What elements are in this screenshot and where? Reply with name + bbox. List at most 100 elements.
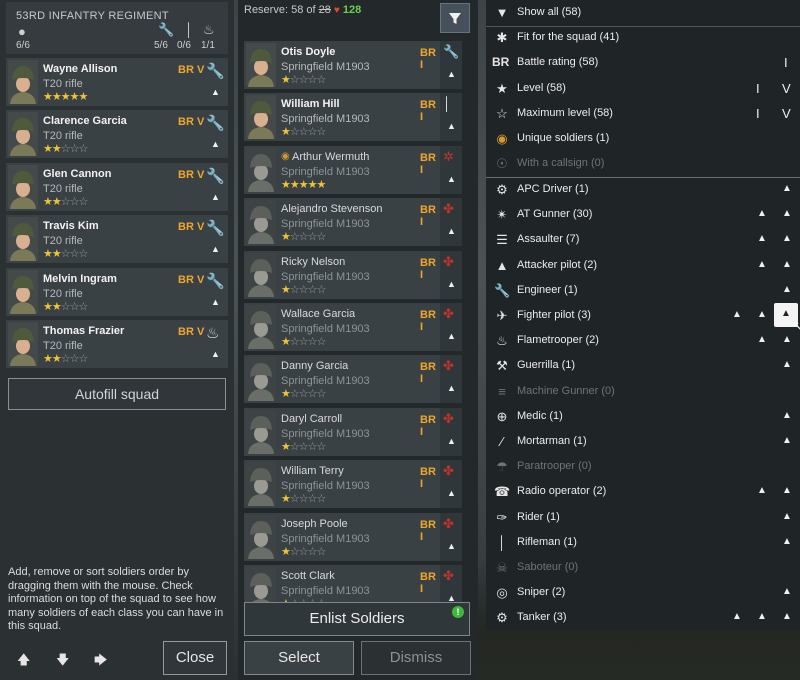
rank-chevron-icon[interactable]: ▲ xyxy=(782,536,792,547)
rank-chevron-icon[interactable]: ▲ xyxy=(782,359,792,370)
wrench-icon: 🔧 xyxy=(206,115,225,133)
roman-numeral[interactable]: V xyxy=(782,81,791,96)
class-filter-option[interactable]: ⊕ Medic (1) ▲ xyxy=(486,405,800,429)
squad-header: 53RD INFANTRY REGIMENT ● 6/6 🔧 5/6 │ 0/6… xyxy=(6,2,228,54)
reserve-soldier-card[interactable]: Alejandro Stevenson Springfield M1903 ★☆☆☆… xyxy=(244,198,440,247)
rank-chevron-icon[interactable]: ▲ xyxy=(757,611,767,622)
class-filter-option[interactable]: ☎ Radio operator (2) ▲ ▲ xyxy=(486,480,800,504)
rank-chevron-icon[interactable]: ▲ xyxy=(782,410,792,421)
class-filter-option[interactable]: ✴ AT Gunner (30) ▲ ▲ xyxy=(486,203,800,227)
rank-chevron-icon[interactable]: ▲ xyxy=(782,208,792,219)
medic-icon: ⊕ xyxy=(496,408,508,424)
rank-chevron-icon[interactable]: ▲ xyxy=(757,485,767,496)
reserve-soldier-card[interactable]: Wallace Garcia Springfield M1903 ★☆☆☆☆ BR I xyxy=(244,303,440,351)
rank-chevron-icon[interactable]: ▲ xyxy=(732,611,742,622)
reserve-soldier-card[interactable]: Daryl Carroll Springfield M1903 ★☆☆☆☆ BR I xyxy=(244,407,440,456)
squad-soldier-card[interactable]: Travis Kim T20 rifle ★★☆☆☆ BR V 🔧 ▲ xyxy=(6,215,228,264)
class-filter-option[interactable]: ✑ Rider (1) ▲ xyxy=(486,506,800,530)
level-stars: ★☆☆☆☆ xyxy=(281,440,326,453)
soldier-name: Scott Clark xyxy=(281,570,335,582)
filter-option[interactable]: ◉ Unique soldiers (1) xyxy=(486,127,800,151)
rank-chevron-icon[interactable]: ▲ xyxy=(782,233,792,244)
enlist-soldiers-button[interactable]: Enlist Soldiers ! xyxy=(244,602,470,636)
rank-chevron-icon[interactable]: ▲ xyxy=(757,208,767,219)
class-filter-option[interactable]: ☰ Assaulter (7) ▲ ▲ xyxy=(486,228,800,252)
roman-numeral[interactable]: V xyxy=(782,106,791,121)
guerrilla-icon: ⚒ xyxy=(496,358,508,374)
class-filter-option[interactable]: ◎ Sniper (2) ▲ xyxy=(486,581,800,605)
class-filter-option[interactable]: ☂ Paratrooper (0) xyxy=(486,455,800,479)
rank-chevron-icon: ▲ xyxy=(447,383,456,394)
arrow-right-icon[interactable]: 🡆 xyxy=(94,651,107,673)
class-filter-option[interactable]: ⚙ Tanker (3) ▲ ▲ ▲ xyxy=(486,606,800,630)
rank-chevron-icon[interactable]: ▲ xyxy=(782,334,792,345)
roman-numeral[interactable]: I xyxy=(784,55,788,70)
roman-numeral[interactable]: I xyxy=(756,106,760,121)
rank-chevron-icon[interactable]: ▲ xyxy=(782,183,792,194)
class-filter-option[interactable]: ⚒ Guerrilla (1) ▲ xyxy=(486,354,800,378)
dismiss-button[interactable]: Dismiss xyxy=(361,641,471,675)
battle-rating: BR I xyxy=(420,466,436,491)
class-filter-option[interactable]: ✈ Fighter pilot (3) ▲ ▲ ▲ xyxy=(486,304,800,328)
class-filter-option[interactable]: ☠ Saboteur (0) xyxy=(486,556,800,580)
rank-chevron-icon[interactable]: ▲ xyxy=(757,334,767,345)
reserve-soldier-card[interactable]: ◉ Arthur Wermuth Springfield M1903 ★★★★★ BR … xyxy=(244,145,440,194)
class-filter-option[interactable]: ≡ Machine Gunner (0) xyxy=(486,380,800,404)
tank-icon: ✤ xyxy=(443,463,454,479)
rank-chevron-icon[interactable]: ▲ xyxy=(782,586,792,597)
rank-chevron-icon[interactable]: ▲ xyxy=(782,485,792,496)
reserve-soldier-card[interactable]: Danny Garcia Springfield M1903 ★☆☆☆☆ BR I xyxy=(244,355,440,404)
arrow-up-icon[interactable]: 🡅 xyxy=(17,651,30,673)
soldier-name: Alejandro Stevenson xyxy=(281,203,383,216)
class-filter-label: Sniper (2) xyxy=(517,586,566,599)
squad-soldier-card[interactable]: Wayne Allison T20 rifle ★★★★★ BR V 🔧 ▲ xyxy=(6,58,228,106)
reserve-soldier-card[interactable]: Joseph Poole Springfield M1903 ★☆☆☆☆ BR I xyxy=(244,512,440,561)
filter-button[interactable] xyxy=(440,3,470,33)
filter-option[interactable]: BR Battle rating (58) I xyxy=(486,51,800,75)
assaulter-icon: ☰ xyxy=(496,232,508,248)
rank-chevron-icon[interactable]: ▲ xyxy=(782,284,792,295)
squad-soldier-card[interactable]: Thomas Frazier T20 rifle ★★☆☆☆ BR V ♨ ▲ xyxy=(6,320,228,368)
squad-soldier-card[interactable]: Glen Cannon T20 rifle ★★☆☆☆ BR V 🔧 ▲ xyxy=(6,162,228,211)
rank-chevron-icon[interactable]: ▲ xyxy=(782,259,792,270)
rank-chevron-icon: ▲ xyxy=(447,435,456,446)
apc-driver-icon: ⚙ xyxy=(496,182,508,197)
class-filter-option[interactable]: ⚙ APC Driver (1) ▲ xyxy=(486,178,800,202)
class-filter-option[interactable]: ▲ Attacker pilot (2) ▲ ▲ xyxy=(486,254,800,278)
reserve-class-cell: ✤ ▲ xyxy=(440,512,462,561)
squad-soldier-card[interactable]: Clarence Garcia T20 rifle ★★☆☆☆ BR V 🔧 ▲ xyxy=(6,110,228,159)
close-button[interactable]: Close xyxy=(163,641,227,675)
select-button[interactable]: Select xyxy=(244,641,354,675)
class-filter-option[interactable]: │ Rifleman (1) ▲ xyxy=(486,531,800,555)
reserve-soldier-card[interactable]: Otis Doyle Springfield M1903 ★☆☆☆☆ BR I xyxy=(244,41,440,89)
rank-chevron-icon[interactable]: ▲ xyxy=(782,511,792,522)
arrow-down-icon[interactable]: 🡇 xyxy=(56,651,69,673)
reserve-soldier-card[interactable]: William Terry Springfield M1903 ★☆☆☆☆ BR I xyxy=(244,460,440,509)
reserve-soldier-card[interactable]: William Hill Springfield M1903 ★☆☆☆☆ BR I xyxy=(244,93,440,142)
rank-chevron-icon[interactable]: ▲ xyxy=(757,233,767,244)
mortarman-icon: ∕ xyxy=(500,434,504,449)
autofill-squad-button[interactable]: Autofill squad xyxy=(8,378,226,410)
rank-chevron-icon[interactable]: ▲ xyxy=(732,309,742,320)
rank-chevron-icon[interactable]: ▲ xyxy=(782,611,792,622)
filter-option[interactable]: ☉ With a callsign (0) xyxy=(486,152,800,176)
filter-option[interactable]: ☆ Maximum level (58) I V xyxy=(486,102,800,126)
filter-option[interactable]: ✱ Fit for the squad (41) xyxy=(486,26,800,50)
soldier-portrait xyxy=(8,322,38,366)
reserve-soldier-card[interactable]: Ricky Nelson Springfield M1903 ★☆☆☆☆ BR I xyxy=(244,250,440,299)
soldier-name: Wayne Allison xyxy=(43,63,118,75)
soldier-weapon: Springfield M1903 xyxy=(281,427,370,440)
rank-chevron-icon[interactable]: ▲ xyxy=(782,435,792,446)
class-filter-option[interactable]: 🔧 Engineer (1) ▲ xyxy=(486,279,800,303)
filter-option[interactable]: ★ Level (58) I V xyxy=(486,77,800,101)
filter-option[interactable]: ▼ Show all (58) xyxy=(486,1,800,25)
rank-chevron-icon[interactable]: ▲ xyxy=(757,259,767,270)
roman-numeral[interactable]: I xyxy=(756,81,760,96)
rank-chevron-icon[interactable]: ▲ xyxy=(757,309,767,320)
class-filter-option[interactable]: ♨ Flametrooper (2) ▲ ▲ xyxy=(486,329,800,353)
class-filter-option[interactable]: ∕ Mortarman (1) ▲ xyxy=(486,430,800,454)
squad-soldier-card[interactable]: Melvin Ingram T20 rifle ★★☆☆☆ BR V 🔧 ▲ xyxy=(6,267,228,316)
reserve-class-cell: 🔧 ▲ xyxy=(440,41,462,89)
medal-icon: ◉ xyxy=(496,131,508,146)
soldier-weapon: T20 rifle xyxy=(43,235,83,248)
